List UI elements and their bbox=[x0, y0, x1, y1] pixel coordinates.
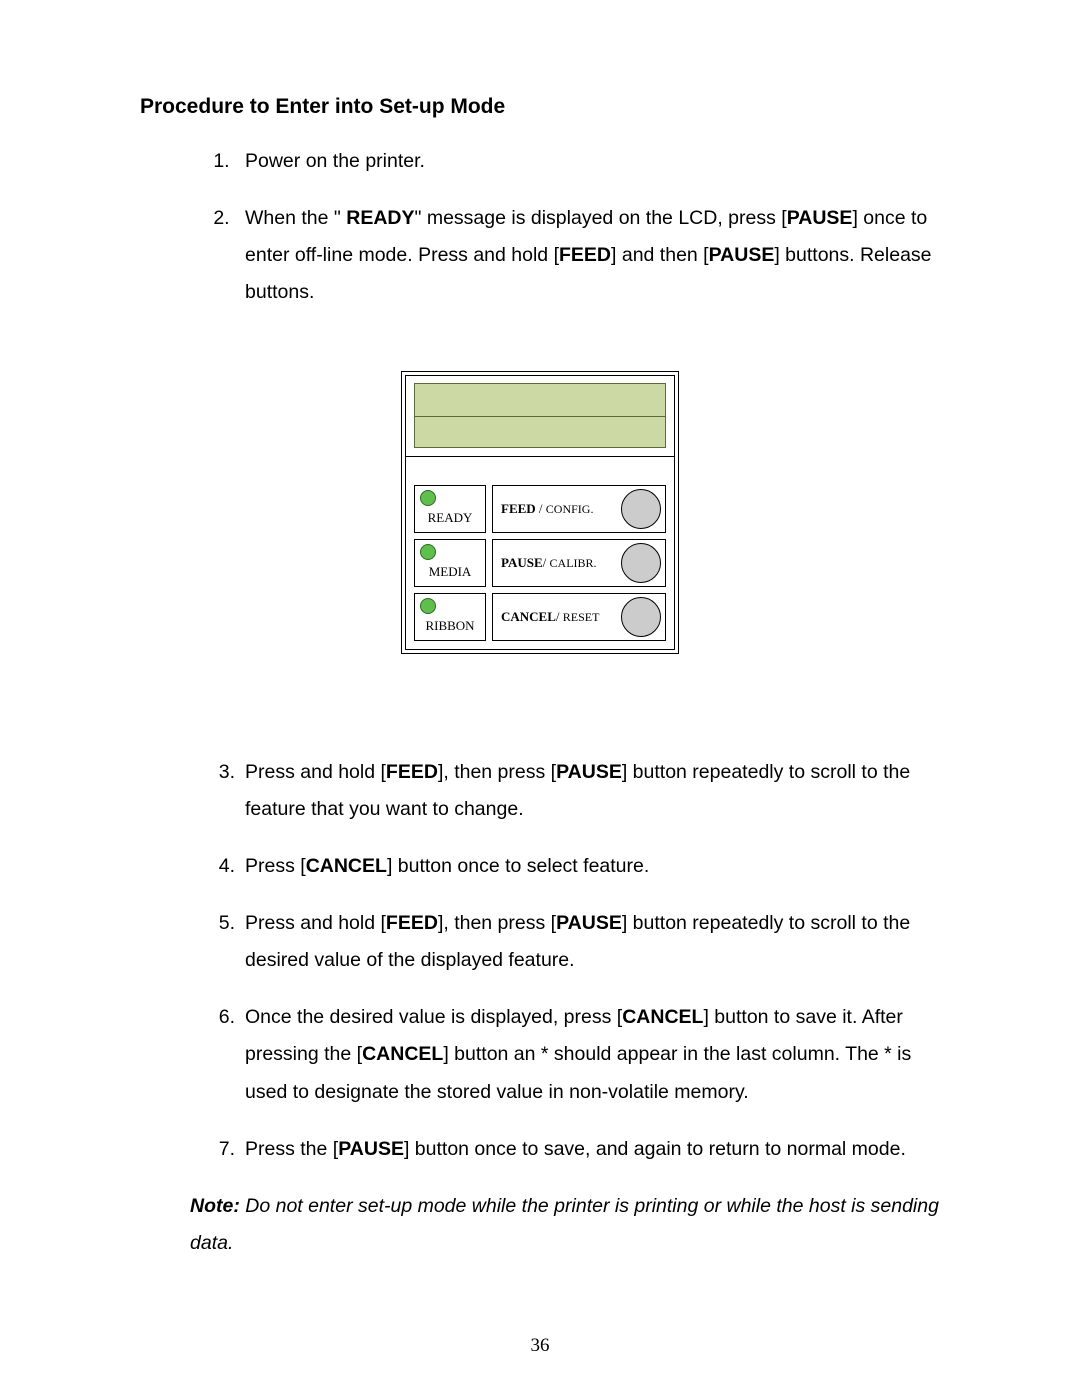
steps-list-b: Press and hold [FEED], then press [PAUSE… bbox=[140, 754, 940, 1167]
step-2: When the " READY" message is displayed o… bbox=[235, 200, 940, 311]
button-label: CANCEL/ RESET bbox=[501, 609, 599, 625]
step-6: Once the desired value is displayed, pre… bbox=[235, 999, 940, 1110]
lcd-screen bbox=[414, 383, 666, 448]
button-row-1: READY FEED / CONFIG. bbox=[414, 485, 666, 533]
panel-outer-frame: READY FEED / CONFIG. MEDIA bbox=[401, 371, 679, 654]
note-label: Note: bbox=[190, 1195, 240, 1217]
step-4: Press [CANCEL] button once to select fea… bbox=[235, 848, 940, 885]
button-label: FEED / CONFIG. bbox=[501, 501, 593, 517]
led-label: MEDIA bbox=[429, 564, 472, 580]
button-circle-icon bbox=[621, 489, 661, 529]
button-area: READY FEED / CONFIG. MEDIA bbox=[406, 477, 674, 649]
lcd-frame bbox=[406, 376, 674, 457]
button-row-3: RIBBON CANCEL/ RESET bbox=[414, 593, 666, 641]
led-indicator-icon bbox=[420, 490, 436, 506]
led-ribbon: RIBBON bbox=[414, 593, 486, 641]
note-text: Do not enter set-up mode while the print… bbox=[190, 1195, 939, 1254]
section-title: Procedure to Enter into Set-up Mode bbox=[140, 95, 940, 119]
led-label: RIBBON bbox=[425, 618, 474, 634]
button-label: PAUSE/ CALIBR. bbox=[501, 555, 597, 571]
led-label: READY bbox=[428, 510, 473, 526]
note-block: Note: Do not enter set-up mode while the… bbox=[190, 1188, 940, 1262]
steps-list-a: Power on the printer. When the " READY" … bbox=[140, 143, 940, 311]
feed-button[interactable]: FEED / CONFIG. bbox=[492, 485, 666, 533]
button-circle-icon bbox=[621, 543, 661, 583]
cancel-button[interactable]: CANCEL/ RESET bbox=[492, 593, 666, 641]
led-indicator-icon bbox=[420, 544, 436, 560]
pause-button[interactable]: PAUSE/ CALIBR. bbox=[492, 539, 666, 587]
step-7: Press the [PAUSE] button once to save, a… bbox=[235, 1131, 940, 1168]
step-3: Press and hold [FEED], then press [PAUSE… bbox=[235, 754, 940, 828]
step-5: Press and hold [FEED], then press [PAUSE… bbox=[235, 905, 940, 979]
led-ready: READY bbox=[414, 485, 486, 533]
led-indicator-icon bbox=[420, 598, 436, 614]
page-number: 36 bbox=[0, 1335, 1080, 1357]
step-1: Power on the printer. bbox=[235, 143, 940, 180]
button-row-2: MEDIA PAUSE/ CALIBR. bbox=[414, 539, 666, 587]
button-circle-icon bbox=[621, 597, 661, 637]
panel-inner-frame: READY FEED / CONFIG. MEDIA bbox=[405, 375, 675, 650]
led-media: MEDIA bbox=[414, 539, 486, 587]
printer-panel-figure: READY FEED / CONFIG. MEDIA bbox=[140, 371, 940, 654]
